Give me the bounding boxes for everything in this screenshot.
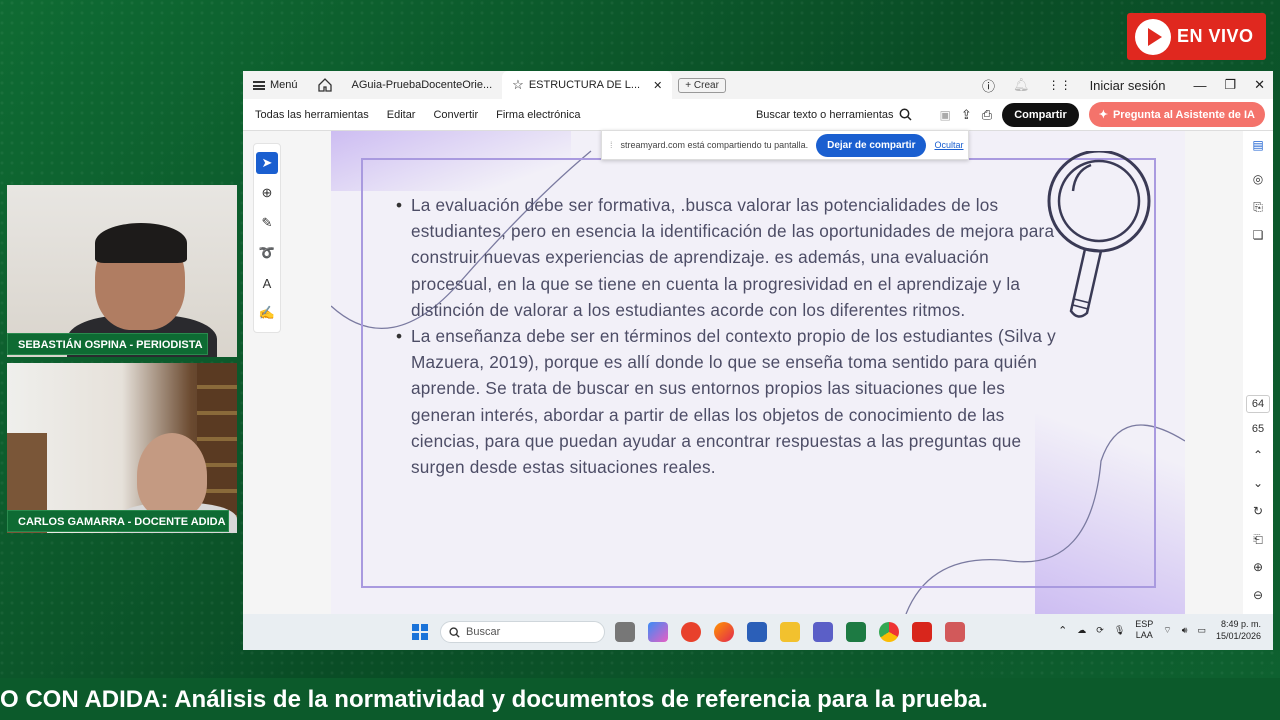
close-tab-icon[interactable]: ✕: [653, 79, 662, 92]
left-toolbar: ➤ ⊕ ✎ ➰ A ✍: [253, 143, 281, 333]
bullet-item: La enseñanza debe ser en términos del co…: [396, 323, 1071, 480]
cloud-icon[interactable]: ☁: [1077, 625, 1086, 636]
page-up-icon[interactable]: ⌃: [1243, 441, 1273, 469]
teams-icon[interactable]: [813, 622, 833, 642]
sign-in-button[interactable]: Iniciar sesión: [1090, 78, 1166, 93]
firefox-icon[interactable]: [714, 622, 734, 642]
menu-label: Menú: [270, 79, 298, 91]
camera-feed-1: [7, 185, 237, 357]
lasso-icon[interactable]: ➰: [256, 242, 278, 264]
tab-document-1[interactable]: AGuia-PruebaDocenteOrie...: [342, 71, 503, 99]
close-window-icon[interactable]: ✕: [1254, 77, 1265, 93]
add-comment-icon[interactable]: ⊕: [256, 182, 278, 204]
stop-sharing-button[interactable]: Dejar de compartir: [816, 133, 927, 157]
chrome-icon[interactable]: [879, 622, 899, 642]
pdf-page: La evaluación debe ser formativa, .busca…: [331, 131, 1185, 614]
ai-summary-icon[interactable]: ▤: [1243, 131, 1273, 159]
pages-icon[interactable]: ❏: [1243, 221, 1273, 249]
excel-icon[interactable]: [846, 622, 866, 642]
hide-notice-link[interactable]: Ocultar: [934, 140, 963, 150]
camera-name-label-1: SEBASTIÁN OSPINA - PERIODISTA: [7, 333, 208, 355]
windows-start-icon[interactable]: [412, 624, 428, 640]
minimize-icon[interactable]: —: [1193, 78, 1206, 93]
star-icon[interactable]: ☆: [512, 77, 524, 93]
tab-label: AGuia-PruebaDocenteOrie...: [351, 79, 493, 91]
home-button[interactable]: [308, 71, 342, 99]
task-view-icon[interactable]: [615, 622, 635, 642]
bookmark-icon[interactable]: ⎘: [1243, 193, 1273, 221]
select-cursor-icon[interactable]: ➤: [256, 152, 278, 174]
right-toolbar: ▤ ◎ ⎘ ❏ 64 65 ⌃ ⌄ ↻ ⎗ ⊕ ⊖: [1243, 131, 1273, 614]
share-button[interactable]: Compartir: [1002, 102, 1079, 127]
clock[interactable]: 8:49 p. m. 15/01/2026: [1216, 618, 1261, 642]
wifi-icon[interactable]: ⌔: [1163, 625, 1171, 636]
upload-icon[interactable]: ⇪: [961, 107, 972, 123]
refresh-icon[interactable]: ↻: [1243, 497, 1273, 525]
tab-bar: Menú AGuia-PruebaDocenteOrie... ☆ ESTRUC…: [243, 71, 1273, 99]
convert-button[interactable]: Convertir: [433, 109, 478, 121]
document-workspace: ➤ ⊕ ✎ ➰ A ✍ La evaluaci: [243, 131, 1273, 614]
text-box-icon[interactable]: A: [256, 272, 278, 294]
page-down-icon[interactable]: ⌄: [1243, 469, 1273, 497]
zoom-in-icon[interactable]: ⊕: [1243, 553, 1273, 581]
document-body: La evaluación debe ser formativa, .busca…: [396, 192, 1071, 480]
word-icon[interactable]: [747, 622, 767, 642]
screen-share-notice: ⁞ streamyard.com está compartiendo tu pa…: [601, 130, 969, 160]
sign-icon[interactable]: ✍: [256, 302, 278, 324]
help-icon[interactable]: ⓘ: [982, 76, 995, 95]
pinned-apps: [615, 622, 965, 642]
notifications-icon[interactable]: 🔔︎: [1013, 77, 1030, 93]
copilot-icon[interactable]: [648, 622, 668, 642]
windows-taskbar: Buscar ⌃ ☁ ⟳ 🎙︎ ESP LAA ⌔ 🔊︎ ▭ 8:49 p. m…: [243, 614, 1273, 650]
save-page-icon[interactable]: ⎗: [1243, 525, 1273, 553]
play-icon: [1135, 18, 1171, 55]
ticker-text: O CON ADIDA: Análisis de la normatividad…: [0, 686, 988, 713]
file-explorer-icon[interactable]: [780, 622, 800, 642]
battery-icon[interactable]: ▭: [1197, 625, 1206, 636]
search-tools-button[interactable]: Buscar texto o herramientas: [756, 108, 912, 121]
current-page-number[interactable]: 64: [1246, 395, 1270, 413]
app-icon-misc[interactable]: [945, 622, 965, 642]
hamburger-icon: [253, 80, 265, 90]
chevron-up-icon[interactable]: ⌃: [1058, 624, 1067, 637]
taskbar-search[interactable]: Buscar: [440, 621, 605, 643]
menu-button[interactable]: Menú: [243, 71, 308, 99]
edit-button[interactable]: Editar: [387, 109, 416, 121]
print-icon[interactable]: ⎙: [982, 107, 992, 123]
camera-name-label-2: CARLOS GAMARRA - DOCENTE ADIDA: [7, 510, 229, 532]
volume-icon[interactable]: 🔊︎: [1182, 625, 1188, 636]
share-notice-text: streamyard.com está compartiendo tu pant…: [620, 140, 809, 150]
esign-button[interactable]: Firma electrónica: [496, 109, 580, 121]
acrobat-icon[interactable]: [912, 622, 932, 642]
drag-handle-icon[interactable]: ⁞: [610, 140, 613, 150]
live-badge: EN VIVO: [1127, 13, 1266, 60]
app-icon-red[interactable]: [681, 622, 701, 642]
pen-icon[interactable]: ✎: [256, 212, 278, 234]
apps-grid-icon[interactable]: ⋮⋮: [1048, 78, 1072, 92]
all-tools-button[interactable]: Todas las herramientas: [255, 109, 369, 121]
sync-icon[interactable]: ⟳: [1096, 625, 1104, 636]
comments-icon[interactable]: ◎: [1243, 165, 1273, 193]
ai-icon: ✦: [1098, 109, 1108, 121]
tab-label: ESTRUCTURA DE L...: [528, 79, 641, 91]
bullet-item: La evaluación debe ser formativa, .busca…: [396, 192, 1071, 323]
language-indicator[interactable]: ESP LAA: [1135, 619, 1153, 641]
home-icon: [317, 78, 332, 92]
pdf-viewer-window: Menú AGuia-PruebaDocenteOrie... ☆ ESTRUC…: [243, 71, 1273, 614]
search-icon: [449, 626, 460, 638]
save-icon[interactable]: ▣: [940, 108, 951, 122]
next-page-number: 65: [1251, 423, 1265, 435]
live-label: EN VIVO: [1177, 26, 1254, 46]
search-icon: [899, 108, 912, 121]
maximize-icon[interactable]: ❐: [1224, 77, 1236, 93]
new-tab-button[interactable]: + Crear: [678, 77, 726, 93]
system-tray: ⌃ ☁ ⟳ 🎙︎ ESP LAA ⌔ 🔊︎ ▭ 8:49 p. m. 15/01…: [1058, 618, 1261, 642]
news-ticker: O CON ADIDA: Análisis de la normatividad…: [0, 678, 1280, 720]
camera-feed-2: [7, 363, 237, 533]
microphone-icon[interactable]: 🎙︎: [1114, 625, 1125, 636]
tab-document-2[interactable]: ☆ ESTRUCTURA DE L... ✕: [502, 71, 673, 99]
ai-assistant-button[interactable]: ✦ Pregunta al Asistente de IA: [1088, 102, 1265, 127]
zoom-out-icon[interactable]: ⊖: [1243, 581, 1273, 609]
toolbar: Todas las herramientas Editar Convertir …: [243, 99, 1273, 131]
